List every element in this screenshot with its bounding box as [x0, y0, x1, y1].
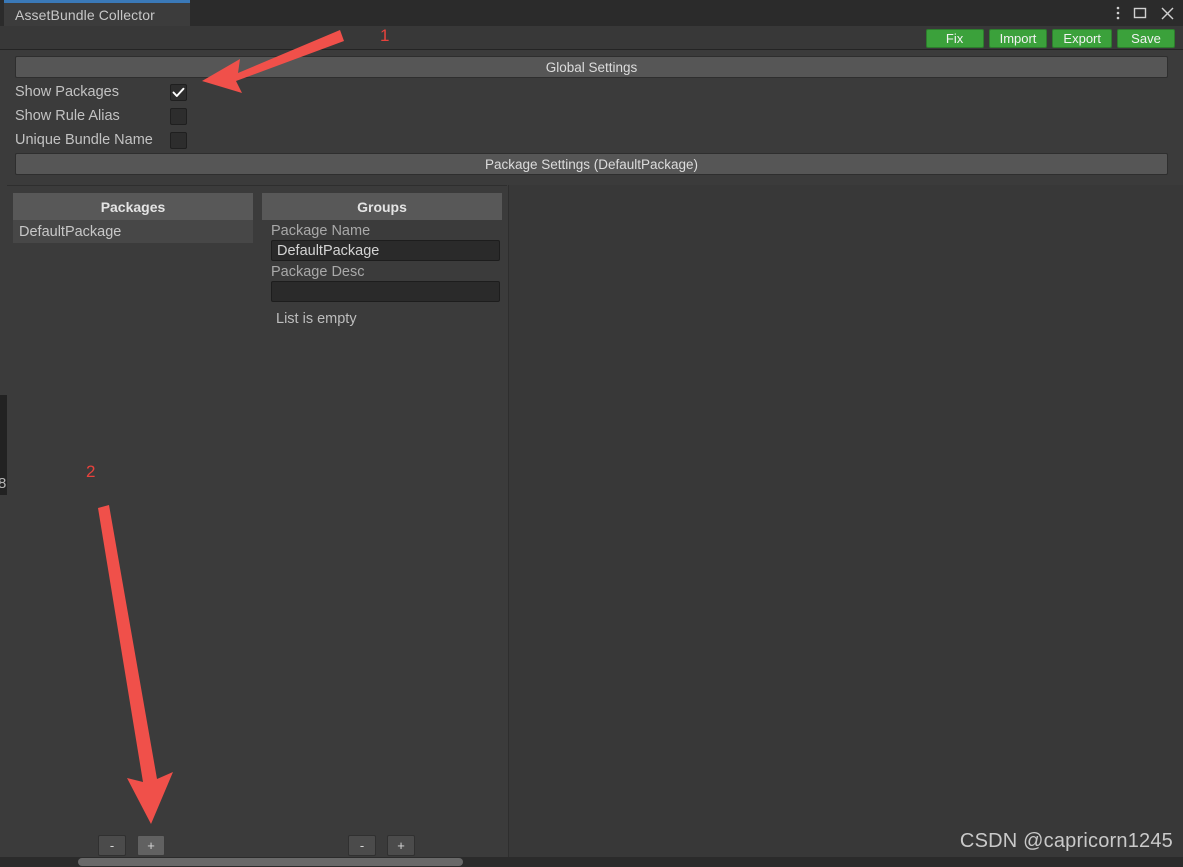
save-button-label: Save: [1131, 31, 1161, 46]
unique-bundle-name-row: Unique Bundle Name: [15, 129, 187, 151]
packages-remove-button[interactable]: -: [98, 835, 126, 856]
export-button[interactable]: Export: [1052, 29, 1112, 48]
packages-list-item-label: DefaultPackage: [19, 223, 122, 240]
package-name-input[interactable]: DefaultPackage: [271, 240, 500, 261]
export-button-label: Export: [1063, 31, 1101, 46]
packages-list-item-defaultpackage[interactable]: DefaultPackage: [13, 220, 253, 243]
import-button-label: Import: [999, 31, 1037, 46]
unique-bundle-name-label: Unique Bundle Name: [15, 132, 153, 148]
package-name-value: DefaultPackage: [277, 242, 380, 259]
window-tab-bar: AssetBundle Collector: [0, 0, 1183, 26]
package-name-label: Package Name: [271, 223, 371, 239]
import-button[interactable]: Import: [988, 29, 1048, 48]
unique-bundle-name-checkbox[interactable]: [170, 131, 187, 149]
close-icon[interactable]: [1160, 6, 1175, 21]
horizontal-scrollbar-thumb[interactable]: [78, 858, 463, 866]
packages-column: Packages DefaultPackage: [13, 193, 253, 867]
groups-remove-button[interactable]: -: [348, 835, 376, 856]
maximize-icon[interactable]: [1133, 6, 1147, 20]
packages-add-button[interactable]: +: [137, 835, 165, 856]
watermark-text: CSDN @capricorn1245: [959, 830, 1173, 852]
show-packages-row: Show Packages: [15, 81, 187, 103]
global-settings-header[interactable]: Global Settings: [15, 56, 1168, 78]
groups-column: Groups Package Name DefaultPackage Packa…: [262, 193, 502, 867]
package-desc-input[interactable]: [271, 281, 500, 302]
packages-column-title: Packages: [100, 198, 166, 215]
groups-add-label: +: [397, 838, 405, 853]
fix-button-label: Fix: [945, 31, 964, 46]
show-rule-alias-row: Show Rule Alias: [15, 105, 187, 127]
more-options-icon[interactable]: [1116, 5, 1120, 21]
toolbar-button-group: Fix Import Export Save: [925, 29, 1175, 48]
packages-column-header: Packages: [13, 193, 253, 220]
assetbundle-collector-window: AssetBundle Collector Fix Import Export …: [0, 0, 1183, 867]
global-settings-title: Global Settings: [545, 59, 638, 75]
packages-add-label: +: [147, 838, 155, 853]
horizontal-scrollbar-track[interactable]: [0, 857, 1183, 867]
tab-assetbundle-collector[interactable]: AssetBundle Collector: [4, 0, 190, 26]
save-button[interactable]: Save: [1117, 29, 1175, 48]
show-rule-alias-checkbox[interactable]: [170, 107, 187, 125]
tab-label: AssetBundle Collector: [15, 6, 155, 23]
annotation-number-1: 1: [380, 26, 390, 45]
packages-groups-panels: Packages DefaultPackage Groups Package N…: [7, 185, 507, 867]
groups-empty-message: List is empty: [276, 311, 357, 327]
groups-column-header: Groups: [262, 193, 502, 220]
groups-remove-label: -: [359, 838, 365, 853]
editor-toolbar: Fix Import Export Save: [0, 26, 1183, 50]
groups-column-title: Groups: [357, 198, 407, 215]
package-settings-title: Package Settings (DefaultPackage): [484, 156, 699, 172]
groups-add-button[interactable]: +: [387, 835, 415, 856]
window-controls: [1116, 0, 1175, 26]
package-settings-header[interactable]: Package Settings (DefaultPackage): [15, 153, 1168, 175]
show-packages-label: Show Packages: [15, 84, 119, 100]
packages-remove-label: -: [109, 838, 115, 853]
editor-body: 8 Global Settings Show Packages Show Rul…: [0, 50, 1183, 867]
fix-button[interactable]: Fix: [925, 29, 984, 48]
left-edge-strip: [0, 50, 7, 867]
left-edge-glyph: 8: [0, 475, 7, 492]
rules-content-panel: [508, 185, 1183, 867]
package-desc-label: Package Desc: [271, 264, 365, 280]
show-rule-alias-label: Show Rule Alias: [15, 108, 120, 124]
show-packages-checkbox[interactable]: [170, 83, 187, 101]
annotation-number-2: 2: [86, 462, 96, 481]
